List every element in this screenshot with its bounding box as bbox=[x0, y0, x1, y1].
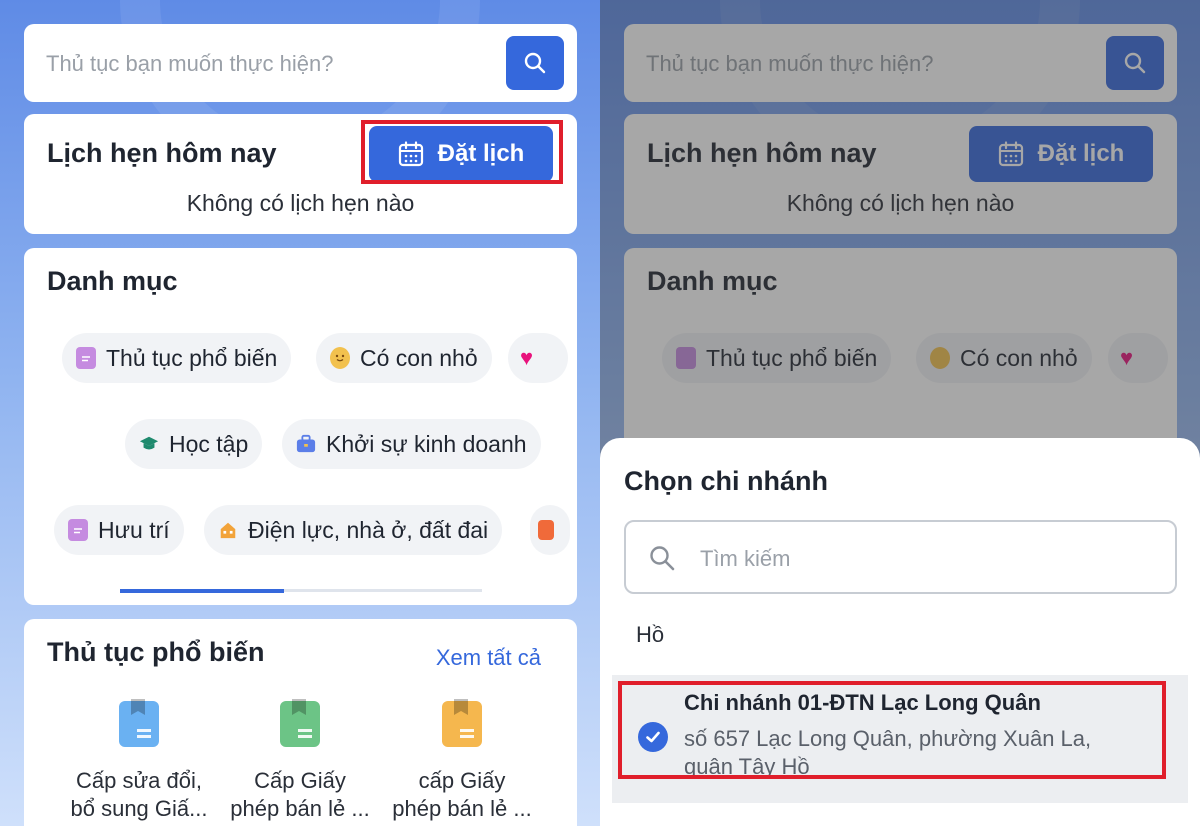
category-chip-popular[interactable]: Thủ tục phổ biến bbox=[62, 333, 292, 383]
heart-icon: ♥ bbox=[520, 345, 534, 370]
appointments-title: Lịch hẹn hôm nay bbox=[47, 138, 277, 168]
today-appointments-card: Lịch hẹn hôm nay Đặt lịch Không có lịch … bbox=[24, 114, 577, 234]
procedure-item[interactable]: Cấp sửa đổi, bổ sung Giấ... bbox=[59, 701, 219, 823]
procedure-label-line1: Cấp sửa đổi, bbox=[75, 768, 203, 793]
procedure-item[interactable]: cấp Giấy phép bán lẻ ... bbox=[382, 701, 542, 823]
briefcase-icon bbox=[296, 433, 316, 455]
category-scroll-indicator bbox=[120, 589, 482, 593]
branch-picker-sheet: Chọn chi nhánh Tìm kiếm Hồ Chi nhánh 01-… bbox=[600, 438, 1200, 826]
category-label: Thủ tục phổ biến bbox=[106, 344, 278, 371]
category-chip-young-children[interactable]: Có con nhỏ bbox=[316, 333, 492, 383]
category-label: Học tập bbox=[169, 430, 249, 457]
branch-search-field[interactable]: Tìm kiếm bbox=[624, 520, 1177, 594]
branch-list-item-selected[interactable]: Chi nhánh 01-ĐTN Lạc Long Quân số 657 Lạ… bbox=[612, 675, 1188, 803]
search-icon bbox=[524, 52, 546, 74]
categories-title: Danh mục bbox=[47, 266, 178, 296]
category-label: Khởi sự kinh doanh bbox=[326, 430, 527, 457]
document-icon bbox=[68, 519, 88, 541]
category-label: Có con nhỏ bbox=[360, 344, 478, 371]
graduation-cap-icon bbox=[139, 433, 159, 455]
highlight-box bbox=[618, 681, 1166, 779]
see-all-link[interactable]: Xem tất cả bbox=[436, 645, 541, 671]
document-bookmark-icon bbox=[119, 701, 159, 747]
house-icon bbox=[218, 519, 238, 541]
procedure-label-line1: Cấp Giấy bbox=[254, 768, 346, 793]
category-chip-retirement[interactable]: Hưu trí bbox=[54, 505, 184, 555]
category-label: Hưu trí bbox=[98, 516, 170, 543]
procedure-item[interactable]: Cấp Giấy phép bán lẻ ... bbox=[220, 701, 380, 823]
document-bookmark-icon bbox=[442, 701, 482, 747]
popular-title: Thủ tục phổ biến bbox=[47, 637, 265, 667]
popular-procedures-card: Thủ tục phổ biến Xem tất cả Cấp sửa đổi,… bbox=[24, 619, 577, 826]
document-bookmark-icon bbox=[280, 701, 320, 747]
procedure-label-line2: phép bán lẻ ... bbox=[392, 796, 532, 821]
document-icon bbox=[76, 347, 96, 369]
categories-card: Danh mục Thủ tục phổ biến Có con nhỏ ♥ H… bbox=[24, 248, 577, 605]
search-input[interactable]: Thủ tục bạn muốn thực hiện? bbox=[46, 51, 333, 77]
left-screen: Thủ tục bạn muốn thực hiện? Lịch hẹn hôm… bbox=[0, 0, 600, 826]
sofa-icon bbox=[538, 520, 554, 540]
highlight-box bbox=[361, 120, 563, 184]
category-label: Điện lực, nhà ở, đất đai bbox=[248, 516, 489, 543]
search-button[interactable] bbox=[506, 36, 564, 90]
search-icon bbox=[650, 546, 675, 571]
procedure-label-line2: phép bán lẻ ... bbox=[230, 796, 370, 821]
procedure-label-line1: cấp Giấy bbox=[418, 768, 506, 793]
branch-sheet-title: Chọn chi nhánh bbox=[624, 466, 828, 496]
baby-face-icon bbox=[330, 347, 350, 369]
search-bar[interactable]: Thủ tục bạn muốn thực hiện? bbox=[24, 24, 577, 102]
procedure-label-line2: bổ sung Giấ... bbox=[70, 796, 208, 821]
category-chip-start-business[interactable]: Khởi sự kinh doanh bbox=[282, 419, 541, 469]
category-chip-partial[interactable]: ♥ bbox=[508, 333, 568, 383]
partial-list-item-text: Hồ bbox=[636, 622, 665, 647]
no-appointments-text: Không có lịch hẹn nào bbox=[186, 190, 415, 216]
scroll-thumb bbox=[120, 589, 284, 593]
branch-search-input[interactable]: Tìm kiếm bbox=[700, 546, 790, 572]
right-screen: Thủ tục bạn muốn thực hiện? Lịch hẹn hôm… bbox=[600, 0, 1200, 826]
category-chip-partial[interactable] bbox=[530, 505, 570, 555]
category-chip-education[interactable]: Học tập bbox=[125, 419, 263, 469]
category-chip-utilities-housing-land[interactable]: Điện lực, nhà ở, đất đai bbox=[204, 505, 503, 555]
